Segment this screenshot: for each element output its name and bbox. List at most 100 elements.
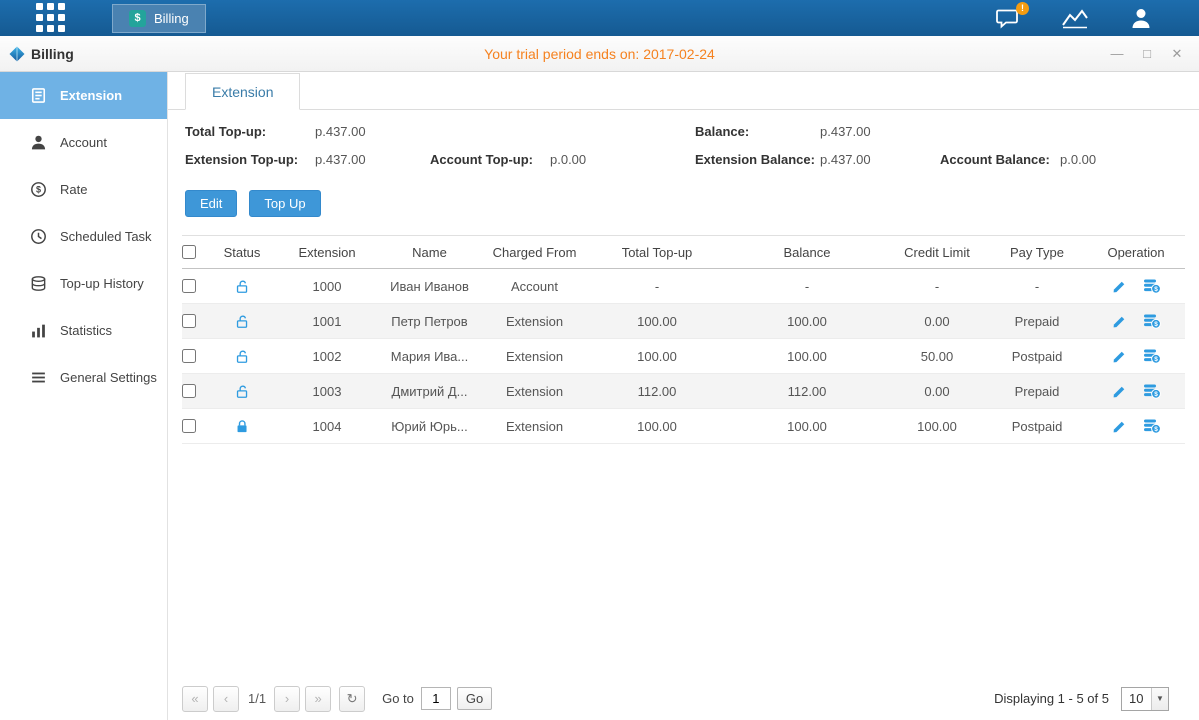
goto-label: Go to [382,691,414,706]
rate-icon: $ [30,181,47,198]
top-up-money-icon[interactable]: $ [1143,313,1161,329]
next-page-button[interactable]: › [274,686,300,712]
sidebar-item-topup-history[interactable]: Top-up History [0,260,167,307]
pagination-bar: « ‹ 1/1 › » ↻ Go to Go Displaying 1 - 5 … [182,685,1169,712]
row-checkbox[interactable] [182,314,196,328]
first-page-button[interactable]: « [182,686,208,712]
sidebar-item-account[interactable]: Account [0,119,167,166]
row-checkbox[interactable] [182,279,196,293]
balance-value: p.437.00 [820,124,940,139]
cell-total-topup: 100.00 [587,419,727,434]
row-checkbox[interactable] [182,419,196,433]
header-balance: Balance [727,245,887,260]
edit-button[interactable]: Edit [185,190,237,217]
sidebar-item-scheduled-task[interactable]: Scheduled Task [0,213,167,260]
cell-total-topup: 100.00 [587,314,727,329]
cell-charged-from: Extension [482,419,587,434]
cell-charged-from: Extension [482,384,587,399]
account-topup-value: p.0.00 [550,152,695,167]
minimize-button[interactable]: — [1109,46,1125,62]
unlock-icon[interactable] [235,314,250,329]
svg-text:$: $ [1154,426,1158,433]
top-up-money-icon[interactable]: $ [1143,278,1161,294]
close-button[interactable]: ✕ [1169,46,1185,62]
top-up-money-icon[interactable]: $ [1143,418,1161,434]
cell-name: Петр Петров [377,314,482,329]
tab-extension[interactable]: Extension [185,73,300,110]
header-pay-type: Pay Type [987,245,1087,260]
window-title: Billing [31,46,74,62]
notifications-icon[interactable]: ! [996,8,1021,29]
header-extension: Extension [277,245,377,260]
cell-pay-type: Prepaid [987,314,1087,329]
sidebar-item-extension[interactable]: Extension [0,72,167,119]
refresh-button[interactable]: ↻ [339,686,365,712]
tab-label: Extension [212,84,273,100]
go-button[interactable]: Go [457,687,492,710]
svg-text:$: $ [36,185,41,195]
unlock-icon[interactable] [235,279,250,294]
lock-icon[interactable] [235,419,250,434]
page-size-value: 10 [1122,691,1151,706]
select-all-checkbox[interactable] [182,245,196,259]
cell-credit-limit: - [887,279,987,294]
header-operation: Operation [1087,245,1185,260]
total-topup-value: p.437.00 [315,124,430,139]
page-size-select[interactable]: 10 ▼ [1121,687,1169,711]
edit-pencil-icon[interactable] [1112,384,1127,399]
goto-page-input[interactable] [421,687,451,710]
top-up-button[interactable]: Top Up [249,190,320,217]
sidebar-item-label: Top-up History [60,276,144,291]
edit-pencil-icon[interactable] [1112,349,1127,364]
unlock-icon[interactable] [235,384,250,399]
unlock-icon[interactable] [235,349,250,364]
extension-topup-label: Extension Top-up: [185,152,315,167]
top-up-money-icon[interactable]: $ [1143,383,1161,399]
svg-text:$: $ [1154,356,1158,363]
header-status: Status [207,245,277,260]
maximize-button[interactable]: □ [1139,46,1155,62]
billing-tab-label: Billing [154,11,189,26]
account-balance-label: Account Balance: [940,152,1060,167]
sidebar-item-label: General Settings [60,370,157,385]
account-balance-value: p.0.00 [1060,152,1199,167]
extension-topup-value: p.437.00 [315,152,430,167]
row-checkbox[interactable] [182,349,196,363]
account-icon [30,134,47,151]
cell-charged-from: Extension [482,349,587,364]
cell-charged-from: Account [482,279,587,294]
sidebar-item-statistics[interactable]: Statistics [0,307,167,354]
cell-name: Дмитрий Д... [377,384,482,399]
apps-menu-icon[interactable] [36,3,68,33]
cell-name: Мария Ива... [377,349,482,364]
cell-name: Иван Иванов [377,279,482,294]
cell-balance: 100.00 [727,419,887,434]
displaying-count: Displaying 1 - 5 of 5 [994,691,1109,706]
bar-chart-icon [30,322,47,339]
coins-stack-icon [30,275,47,292]
edit-pencil-icon[interactable] [1112,419,1127,434]
balance-label: Balance: [695,124,820,139]
last-page-button[interactable]: » [305,686,331,712]
row-checkbox[interactable] [182,384,196,398]
statistics-chart-icon[interactable] [1061,8,1089,29]
table-row: 1003 Дмитрий Д... Extension 112.00 112.0… [182,374,1185,409]
header-credit-limit: Credit Limit [887,245,987,260]
cell-credit-limit: 0.00 [887,314,987,329]
table-row: 1004 Юрий Юрь... Extension 100.00 100.00… [182,409,1185,444]
edit-pencil-icon[interactable] [1112,279,1127,294]
prev-page-button[interactable]: ‹ [213,686,239,712]
billing-app-tab[interactable]: $ Billing [112,4,206,33]
sidebar-item-rate[interactable]: $ Rate [0,166,167,213]
user-account-icon[interactable] [1129,7,1153,29]
sidebar-item-label: Scheduled Task [60,229,152,244]
clock-icon [30,228,47,245]
cell-pay-type: - [987,279,1087,294]
top-up-money-icon[interactable]: $ [1143,348,1161,364]
notification-badge: ! [1016,2,1029,15]
edit-pencil-icon[interactable] [1112,314,1127,329]
sidebar-item-general-settings[interactable]: General Settings [0,354,167,401]
sidebar-item-label: Account [60,135,107,150]
extension-balance-value: p.437.00 [820,152,940,167]
cell-pay-type: Postpaid [987,419,1087,434]
